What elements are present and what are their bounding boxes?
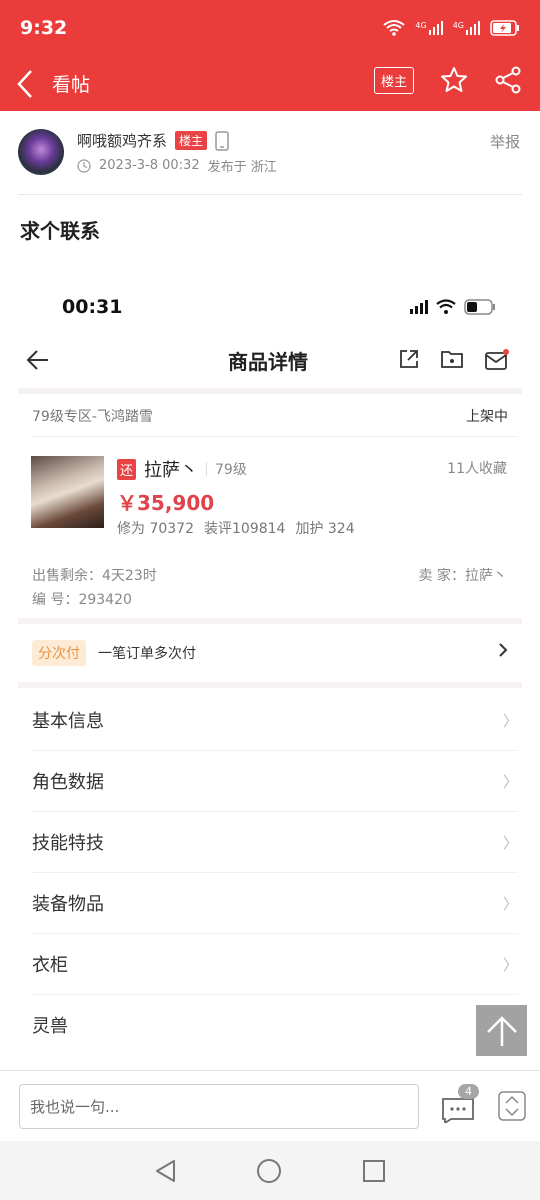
author-row: 啊哦额鸡齐系 楼主 — [77, 130, 229, 151]
section-separator — [18, 682, 522, 688]
stat-xiuwei: 修为 70372 — [117, 521, 194, 537]
nav-recents-icon[interactable] — [362, 1159, 386, 1183]
sell-remaining: 出售剩余：4天23时 — [32, 568, 157, 584]
page-title: 看帖 — [52, 74, 91, 96]
post-location: 发布于 浙江 — [207, 160, 277, 175]
product-stats: 修为 70372 装评109814 加护 324 — [117, 518, 355, 538]
app-header: 9:32 4G 4G 看帖 楼主 — [0, 0, 540, 111]
menu-item-label: 技能特技 — [32, 833, 104, 854]
section-separator — [18, 388, 522, 394]
network-type-label-2: 4G — [452, 21, 464, 30]
divider — [32, 436, 518, 437]
star-icon[interactable] — [440, 66, 468, 94]
comment-count-badge: 4 — [458, 1084, 479, 1099]
post-title: 求个联系 — [20, 219, 100, 243]
menu-item-label: 灵兽 — [32, 1016, 68, 1037]
comment-input[interactable]: 我也说一句... — [19, 1084, 419, 1129]
post-header: 啊哦额鸡齐系 楼主 2023-3-8 00:32 发布于 浙江 举报 — [0, 111, 540, 195]
op-badge: 楼主 — [175, 131, 208, 150]
embedded-wifi-icon — [436, 299, 456, 314]
message-icon[interactable] — [484, 348, 510, 372]
back-button[interactable] — [16, 69, 40, 99]
embedded-status-bar: 00:31 — [62, 296, 496, 318]
embedded-status-icons — [410, 299, 496, 315]
network-type-label: 4G — [415, 21, 427, 30]
only-op-button[interactable]: 楼主 — [373, 66, 414, 94]
divider — [18, 194, 522, 195]
folder-icon[interactable] — [440, 348, 464, 370]
external-link-icon[interactable] — [398, 348, 420, 370]
menu-item-label: 基本信息 — [32, 711, 104, 732]
listing-status: 上架中 — [466, 409, 508, 425]
menu-item-equipment[interactable]: 装备物品 〉 — [32, 873, 518, 933]
status-icons: 4G 4G — [383, 19, 520, 37]
serial-number: 编 号：293420 — [32, 592, 132, 608]
zone-label: 79级专区-飞鸿踏雪 — [32, 409, 153, 425]
avatar[interactable] — [18, 129, 64, 175]
menu-item-label: 衣柜 — [32, 955, 68, 976]
installment-tag: 分次付 — [32, 640, 86, 666]
comment-bar: 我也说一句... 4 — [0, 1070, 540, 1141]
nav-actions: 楼主 — [373, 66, 522, 94]
embedded-battery-icon — [464, 299, 495, 315]
phone-icon — [215, 130, 229, 151]
system-nav-bar — [0, 1141, 540, 1200]
product-image[interactable] — [31, 456, 104, 528]
stat-jiahu: 加护 324 — [295, 521, 355, 537]
menu-item-basic-info[interactable]: 基本信息 〉 — [32, 690, 518, 750]
scroll-to-top-button[interactable] — [476, 1005, 527, 1056]
embedded-screenshot[interactable]: 00:31 商品详情 79级专区-飞鸿踏雪 上架中 还 拉萨丶 79级 11人收… — [0, 288, 540, 1068]
signal-icon: 4G — [415, 21, 443, 35]
menu-item-label: 角色数据 — [32, 772, 104, 793]
divider — [206, 462, 208, 476]
product-tag: 还 — [117, 458, 137, 480]
chevron-right-icon: 〉 — [502, 894, 518, 913]
stat-zhuangping: 装评109814 — [204, 521, 286, 537]
installment-text: 一笔订单多次付 — [98, 646, 196, 662]
chevron-right-icon: 〉 — [502, 955, 518, 974]
author-name[interactable]: 啊哦额鸡齐系 — [77, 130, 167, 151]
seller-name[interactable]: 卖 家：拉萨丶 — [419, 565, 507, 585]
nav-back-icon[interactable] — [154, 1159, 176, 1183]
arrow-up-icon — [486, 1015, 517, 1046]
section-separator — [18, 618, 522, 624]
post-meta: 2023-3-8 00:32 发布于 浙江 — [77, 156, 277, 175]
status-bar: 9:32 4G 4G — [0, 0, 540, 56]
signal-icon-2: 4G — [453, 21, 480, 35]
chevron-right-icon — [499, 643, 508, 657]
share-icon[interactable] — [494, 66, 522, 94]
embedded-nav-bar: 商品详情 — [26, 340, 510, 380]
embedded-back-icon[interactable] — [26, 349, 50, 371]
report-button[interactable]: 举报 — [490, 131, 520, 152]
embedded-signal-icon — [410, 300, 428, 314]
zone-row: 79级专区-飞鸿踏雪 上架中 — [32, 406, 508, 426]
chevron-right-icon: 〉 — [502, 772, 518, 791]
nav-bar: 看帖 楼主 — [0, 56, 540, 111]
status-time: 9:32 — [20, 17, 68, 39]
menu-item-pets[interactable]: 灵兽 〉 — [32, 995, 518, 1055]
chevron-right-icon: 〉 — [502, 833, 518, 852]
product-level: 79级 — [215, 462, 247, 478]
page-switch-icon[interactable] — [498, 1091, 526, 1121]
menu-item-role-data[interactable]: 角色数据 〉 — [32, 751, 518, 811]
chevron-right-icon: 〉 — [502, 711, 518, 730]
favorites-count: 11人收藏 — [447, 461, 507, 477]
battery-icon — [490, 20, 519, 36]
product-name-row: 还 拉萨丶 79级 — [117, 456, 247, 482]
post-timestamp: 2023-3-8 00:32 — [99, 158, 200, 173]
menu-item-skills[interactable]: 技能特技 〉 — [32, 812, 518, 872]
back-arrow-icon — [17, 69, 32, 98]
product-price: ￥35,900 — [117, 491, 215, 515]
embedded-nav-actions — [398, 348, 510, 372]
product-name: 拉萨丶 — [144, 460, 199, 481]
wifi-icon — [383, 20, 406, 36]
clock-icon — [77, 158, 91, 173]
embedded-time: 00:31 — [62, 296, 123, 318]
nav-home-icon[interactable] — [256, 1158, 282, 1184]
menu-item-label: 装备物品 — [32, 894, 104, 915]
installment-pay-row[interactable]: 分次付 一笔订单多次付 — [32, 640, 508, 666]
menu-item-wardrobe[interactable]: 衣柜 〉 — [32, 934, 518, 994]
